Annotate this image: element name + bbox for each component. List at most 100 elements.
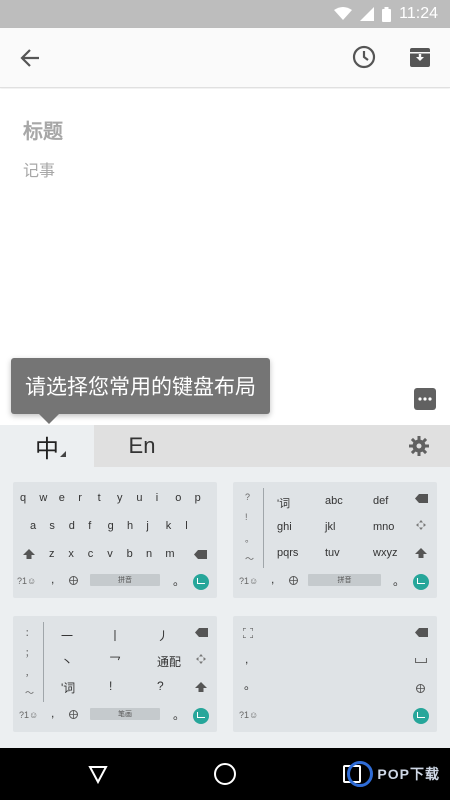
t9-separator: [263, 488, 264, 568]
note-body-input[interactable]: 记事: [23, 157, 55, 181]
status-bar: 11:24: [0, 0, 450, 28]
archive-button[interactable]: [406, 43, 434, 71]
back-button[interactable]: [16, 44, 44, 72]
more-options-button[interactable]: [414, 388, 436, 410]
qwerty-key: d: [68, 520, 75, 532]
stroke-key: ?: [157, 679, 164, 693]
nav-home-icon[interactable]: [214, 763, 236, 785]
qwerty-comma-key: ,: [51, 572, 55, 586]
corner-triangle-icon: [60, 451, 66, 457]
qwerty-key: b: [126, 548, 133, 560]
t9-key: wxyz: [373, 547, 398, 559]
backspace-icon: [415, 494, 428, 503]
qwerty-key: x: [68, 548, 74, 560]
t9-comma-key: ,: [271, 572, 275, 586]
qwerty-key: l: [185, 520, 188, 532]
qwerty-key: h: [127, 520, 134, 532]
qwerty-key: u: [136, 492, 143, 504]
reminder-button[interactable]: [350, 43, 378, 71]
layout-handwriting[interactable]: , 。 ?1☺: [233, 616, 437, 732]
t9-symbol-key: ?: [245, 492, 251, 502]
stroke-symbol-key: ；: [25, 648, 35, 658]
enter-key-icon: [415, 548, 427, 558]
app-bar: [0, 28, 450, 88]
t9-key: mno: [373, 521, 395, 533]
keyboard-layout-tooltip: 请选择您常用的键盘布局: [11, 358, 270, 424]
layout-qwerty-pinyin[interactable]: qwe r t y ui op as d f g hj k l z x c v b nm ?1☺ , 拼音 。: [13, 482, 217, 598]
t9-key: pqrs: [277, 547, 299, 559]
qwerty-key: g: [107, 520, 114, 532]
globe-icon: [289, 576, 298, 585]
qwerty-key: m: [165, 548, 175, 560]
stroke-key: 通配: [157, 655, 182, 669]
qwerty-key: e: [58, 492, 65, 504]
signal-icon: [360, 7, 375, 21]
qwerty-key: t: [97, 492, 101, 504]
status-time: 11:24: [399, 5, 438, 22]
qwerty-key: p: [194, 492, 201, 504]
battery-icon: [382, 6, 392, 22]
watermark-logo-icon: [347, 761, 374, 787]
backspace-icon: [415, 628, 428, 637]
qwerty-key: a: [30, 520, 37, 532]
watermark: POP下载: [347, 760, 440, 788]
qwerty-key: c: [87, 548, 94, 560]
handwriting-symbols-key: ?1☺: [239, 710, 259, 720]
enter-key-icon: [195, 682, 207, 692]
t9-key: jkl: [325, 521, 336, 533]
qwerty-key: z: [49, 548, 55, 560]
t9-symbol-key: ～: [245, 554, 255, 564]
qwerty-key: f: [88, 520, 92, 532]
reminder-clock-icon: [352, 45, 376, 69]
t9-symbols-key: ?1☺: [239, 576, 259, 586]
handwriting-comma-key: ,: [245, 652, 249, 666]
keyboard-layout-chooser: qwertyuiop asdfghjkl zxcvbnm ?1☺ , 拼音 。 …: [0, 467, 450, 748]
watermark-text: POP下载: [377, 766, 440, 782]
qwerty-key: o: [175, 492, 182, 504]
nav-back-icon[interactable]: [88, 764, 108, 784]
more-dots-icon: [418, 397, 432, 401]
stroke-key: 丨: [109, 629, 122, 643]
archive-icon: [410, 48, 430, 67]
layout-stroke[interactable]: ： ； ， ～ 一 丨 丿丶 乛 通配 '词!? ?1☺ , 笔画 。: [13, 616, 217, 732]
keyboard-settings-button[interactable]: [408, 435, 430, 457]
cursor-move-icon: [416, 520, 426, 530]
tab-chinese[interactable]: 中: [0, 425, 94, 467]
globe-icon: [69, 576, 78, 585]
wifi-icon: [334, 7, 353, 20]
stroke-symbol-key: ～: [25, 688, 35, 698]
fullscreen-icon: [243, 628, 253, 638]
qwerty-space-key: 拼音: [90, 574, 160, 586]
t9-key: ghi: [277, 521, 292, 533]
qwerty-key: k: [165, 520, 172, 532]
qwerty-key: j: [146, 520, 149, 532]
handwriting-enter-icon: [413, 708, 429, 724]
qwerty-key: s: [49, 520, 55, 532]
layout-t9-pinyin[interactable]: ?!。～ '词 abc def ghi jkl mno pqrs tuv wxyz ?1☺ , …: [233, 482, 437, 598]
qwerty-key: y: [117, 492, 123, 504]
backspace-icon: [194, 550, 207, 559]
qwerty-key: w: [39, 492, 48, 504]
backspace-icon: [195, 628, 208, 637]
shift-icon: [23, 549, 35, 559]
globe-icon: [416, 684, 425, 693]
globe-icon: [69, 710, 78, 719]
stroke-separator: [43, 622, 44, 702]
qwerty-symbols-key: ?1☺: [17, 576, 37, 586]
tab-english[interactable]: En: [94, 425, 190, 467]
qwerty-key: i: [155, 492, 159, 504]
stroke-key: 乛: [109, 655, 122, 669]
stroke-enter-icon: [193, 708, 209, 724]
note-title-input[interactable]: 标题: [23, 115, 63, 144]
handwriting-period-key: 。: [244, 678, 257, 692]
stroke-symbols-key: ?1☺: [19, 710, 39, 720]
stroke-symbol-key: ，: [25, 668, 35, 678]
stroke-key: !: [109, 679, 113, 693]
gear-icon: [409, 436, 429, 456]
t9-key: abc: [325, 495, 343, 507]
qwerty-period-key: 。: [173, 574, 186, 588]
qwerty-key: n: [146, 548, 153, 560]
stroke-space-key: 笔画: [90, 708, 160, 720]
t9-key: def: [373, 495, 389, 507]
tab-chinese-label: 中: [35, 434, 59, 463]
